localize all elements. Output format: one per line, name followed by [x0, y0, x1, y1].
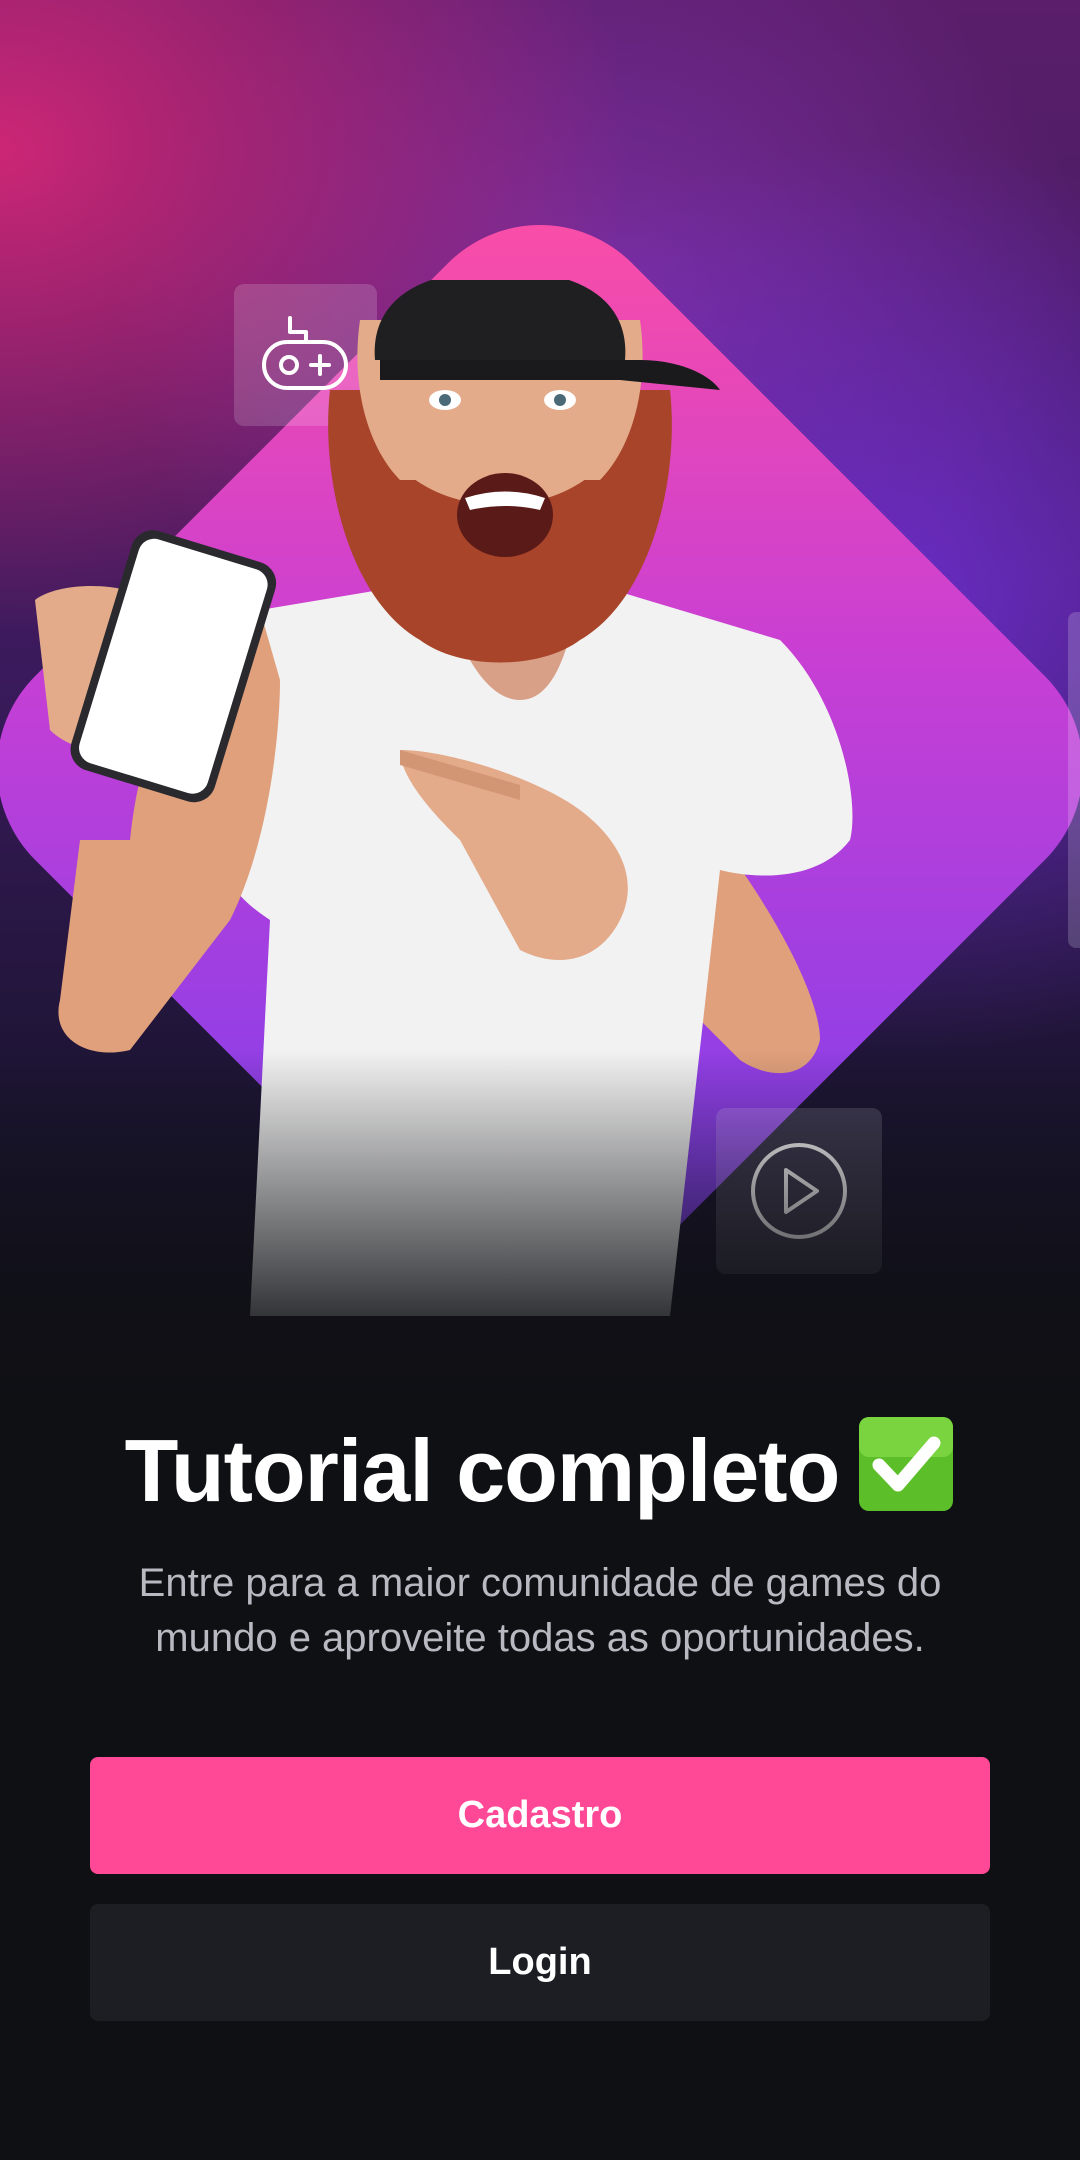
login-button-label: Login — [488, 1941, 592, 1983]
page-subtitle: Entre para a maior comunidade de games d… — [80, 1556, 1000, 1666]
check-mark-icon — [859, 1417, 954, 1511]
page-title: Tutorial completo — [0, 1415, 1080, 1526]
signup-button-label: Cadastro — [457, 1794, 623, 1836]
signup-button[interactable]: Cadastro — [90, 1757, 990, 1874]
onboarding-screen: Tutorial completo Entre para a maior com… — [0, 0, 1080, 2160]
edge-handle[interactable] — [1068, 612, 1080, 948]
title-text: Tutorial completo — [124, 1421, 841, 1520]
login-button[interactable]: Login — [90, 1904, 990, 2021]
subtitle-line-1: Entre para a maior comunidade de games d… — [138, 1561, 942, 1605]
subtitle-line-2: mundo e aproveite todas as oportunidades… — [155, 1616, 925, 1660]
